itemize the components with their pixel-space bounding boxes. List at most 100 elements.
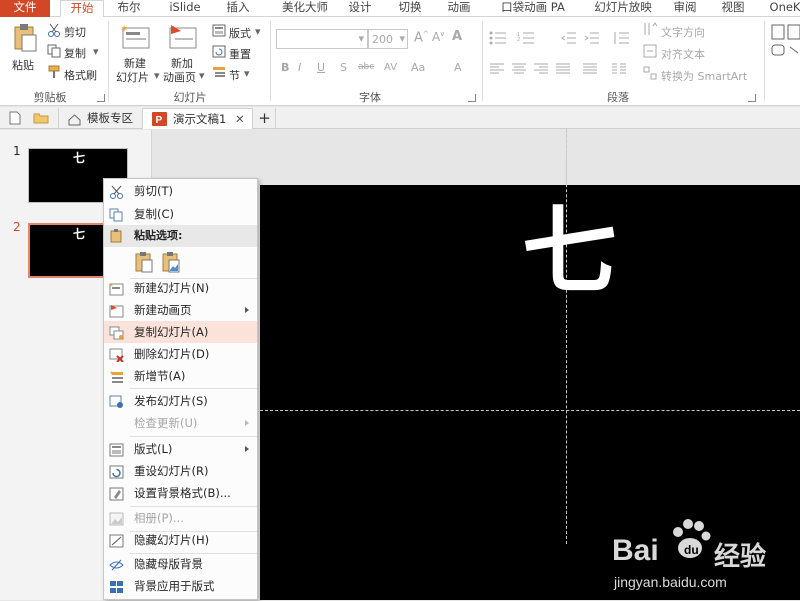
new-anim-label-2[interactable]: 动画页 bbox=[163, 69, 196, 85]
char-spacing-icon[interactable]: AV bbox=[384, 62, 397, 73]
clipboard-launcher-icon[interactable] bbox=[97, 94, 105, 102]
tab-islide[interactable]: iSlide bbox=[164, 0, 206, 17]
justify-icon[interactable] bbox=[555, 63, 571, 78]
section-icon bbox=[212, 65, 226, 81]
menu-item-reset-slide[interactable]: 重设幻灯片(R) bbox=[104, 460, 257, 482]
tab-design[interactable]: 设计 bbox=[342, 0, 378, 17]
increase-font-icon[interactable]: A^ bbox=[414, 30, 429, 45]
new-slide-icon: ✶ bbox=[109, 281, 124, 296]
new-slide-dropdown-icon[interactable]: ▾ bbox=[154, 69, 160, 82]
section-button[interactable]: 节 bbox=[229, 67, 240, 83]
tab-template-zone[interactable]: 模板专区 bbox=[58, 108, 143, 129]
strikethrough-icon[interactable]: abc bbox=[358, 62, 374, 72]
folder-icon[interactable] bbox=[33, 112, 49, 127]
font-launcher-icon[interactable] bbox=[468, 94, 476, 102]
new-anim-dropdown-icon[interactable]: ▾ bbox=[199, 69, 205, 82]
numbering-icon[interactable]: 12 bbox=[517, 31, 535, 48]
copy-dropdown-icon[interactable]: ▾ bbox=[93, 45, 99, 58]
section-dropdown-icon[interactable]: ▾ bbox=[244, 67, 250, 80]
decrease-font-icon[interactable]: Av bbox=[432, 30, 444, 44]
font-family-combo[interactable]: ▾ bbox=[276, 29, 368, 49]
menu-item-new-slide[interactable]: ✶ 新建幻灯片(N) bbox=[104, 277, 257, 299]
chevron-down-icon: ▾ bbox=[358, 32, 364, 45]
layout-button[interactable]: 版式 bbox=[229, 25, 251, 41]
tab-onekey[interactable]: OneK bbox=[768, 0, 800, 17]
layout-dropdown-icon[interactable]: ▾ bbox=[255, 25, 261, 38]
menu-item-hide-slide[interactable]: 隐藏幻灯片(H) bbox=[104, 529, 257, 551]
reset-button[interactable]: 重置 bbox=[229, 46, 251, 62]
line-spacing-icon[interactable] bbox=[612, 31, 630, 48]
add-tab-button[interactable]: + bbox=[254, 108, 276, 129]
copy-icon bbox=[47, 44, 61, 61]
paste-as-picture-icon[interactable] bbox=[161, 251, 181, 276]
tab-document-1[interactable]: P 演示文稿1 ✕ bbox=[143, 108, 253, 129]
menu-item-new-animation-page[interactable]: 新建动画页 bbox=[104, 299, 257, 321]
menu-item-new-section[interactable]: ✶ 新增节(A) bbox=[104, 365, 257, 387]
menu-item-layout[interactable]: 版式(L) bbox=[104, 438, 257, 460]
shadow-icon[interactable]: S bbox=[340, 61, 347, 74]
new-slide-icon[interactable]: ✶ bbox=[120, 23, 150, 54]
menu-item-publish-slides[interactable]: 发布幻灯片(S) bbox=[104, 390, 257, 412]
menu-item-apply-background-to-layout[interactable]: 背景应用于版式 bbox=[104, 575, 257, 597]
paragraph-launcher-icon[interactable] bbox=[748, 94, 756, 102]
bold-icon[interactable]: B bbox=[281, 61, 289, 74]
align-right-icon[interactable] bbox=[533, 63, 549, 78]
font-size-combo[interactable]: 200 ▾ bbox=[368, 29, 408, 49]
cut-button[interactable]: 剪切 bbox=[64, 24, 86, 40]
tab-slideshow[interactable]: 幻灯片放映 bbox=[587, 0, 659, 17]
duplicate-slide-icon bbox=[109, 325, 124, 340]
reset-icon bbox=[212, 45, 226, 61]
align-center-icon[interactable] bbox=[511, 63, 527, 78]
menu-item-duplicate-slide[interactable]: 复制幻灯片(A) bbox=[104, 321, 257, 343]
menu-label: 设置背景格式(B)... bbox=[134, 486, 231, 500]
columns-icon[interactable] bbox=[611, 63, 627, 78]
menu-label: 粘贴选项: bbox=[134, 229, 183, 242]
tab-home[interactable]: 开始 bbox=[60, 0, 104, 18]
tab-view[interactable]: 视图 bbox=[718, 0, 748, 17]
shapes-gallery-icon[interactable] bbox=[770, 23, 800, 96]
tab-transitions[interactable]: 切换 bbox=[390, 0, 430, 17]
tab-insert[interactable]: 插入 bbox=[220, 0, 256, 17]
format-painter-button[interactable]: 格式刷 bbox=[64, 67, 97, 83]
delete-slide-icon bbox=[109, 347, 124, 363]
bullets-icon[interactable] bbox=[489, 31, 507, 48]
change-case-icon[interactable]: Aa bbox=[411, 61, 425, 74]
menu-item-photo-album: 相册(P)... bbox=[104, 507, 257, 529]
tab-boolean[interactable]: 布尔 bbox=[113, 0, 145, 17]
menu-item-hide-master-background[interactable]: 隐藏母版背景 bbox=[104, 553, 257, 575]
copy-button[interactable]: 复制 bbox=[64, 45, 86, 61]
tab-review[interactable]: 审阅 bbox=[670, 0, 700, 17]
vertical-guide[interactable] bbox=[566, 129, 567, 544]
tab-animations[interactable]: 动画 bbox=[441, 0, 477, 17]
menu-item-delete-slide[interactable]: 删除幻灯片(D) bbox=[104, 343, 257, 365]
menu-item-format-background[interactable]: 设置背景格式(B)... bbox=[104, 482, 257, 504]
align-text-button[interactable]: 对齐文本 bbox=[661, 46, 705, 62]
clear-formatting-icon[interactable]: A bbox=[452, 29, 462, 44]
new-animation-page-icon[interactable] bbox=[167, 23, 197, 54]
tab-beautify[interactable]: 美化大师 bbox=[272, 0, 338, 17]
decrease-indent-icon[interactable] bbox=[561, 31, 577, 48]
tab-file[interactable]: 文件 bbox=[0, 0, 50, 17]
paste-keep-source-icon[interactable] bbox=[134, 251, 154, 276]
text-direction-button[interactable]: 文字方向 bbox=[661, 24, 705, 40]
close-icon[interactable]: ✕ bbox=[235, 109, 245, 129]
paste-icon[interactable] bbox=[12, 23, 38, 53]
paste-button[interactable]: 粘贴 bbox=[12, 57, 34, 73]
slide-glyph[interactable]: 七 bbox=[522, 197, 617, 307]
menu-label: 剪切(T) bbox=[134, 184, 173, 198]
distributed-icon[interactable] bbox=[582, 63, 598, 78]
font-color-icon[interactable]: A bbox=[454, 61, 462, 74]
new-doc-icon[interactable] bbox=[9, 111, 21, 128]
tab-pocket-animation[interactable]: 口袋动画 PA bbox=[497, 0, 569, 17]
svg-text:P: P bbox=[156, 115, 163, 126]
align-left-icon[interactable] bbox=[489, 63, 505, 78]
menu-item-copy[interactable]: 复制(C) bbox=[104, 203, 257, 225]
menu-label: 重设幻灯片(R) bbox=[134, 464, 209, 478]
italic-icon[interactable]: I bbox=[298, 61, 301, 74]
convert-smartart-button[interactable]: 转换为 SmartArt bbox=[661, 68, 747, 84]
new-slide-label-2[interactable]: 幻灯片 bbox=[116, 69, 149, 85]
underline-icon[interactable]: U bbox=[317, 61, 325, 74]
horizontal-guide[interactable] bbox=[260, 410, 800, 411]
increase-indent-icon[interactable] bbox=[584, 31, 600, 48]
menu-item-cut[interactable]: 剪切(T) bbox=[104, 180, 257, 202]
